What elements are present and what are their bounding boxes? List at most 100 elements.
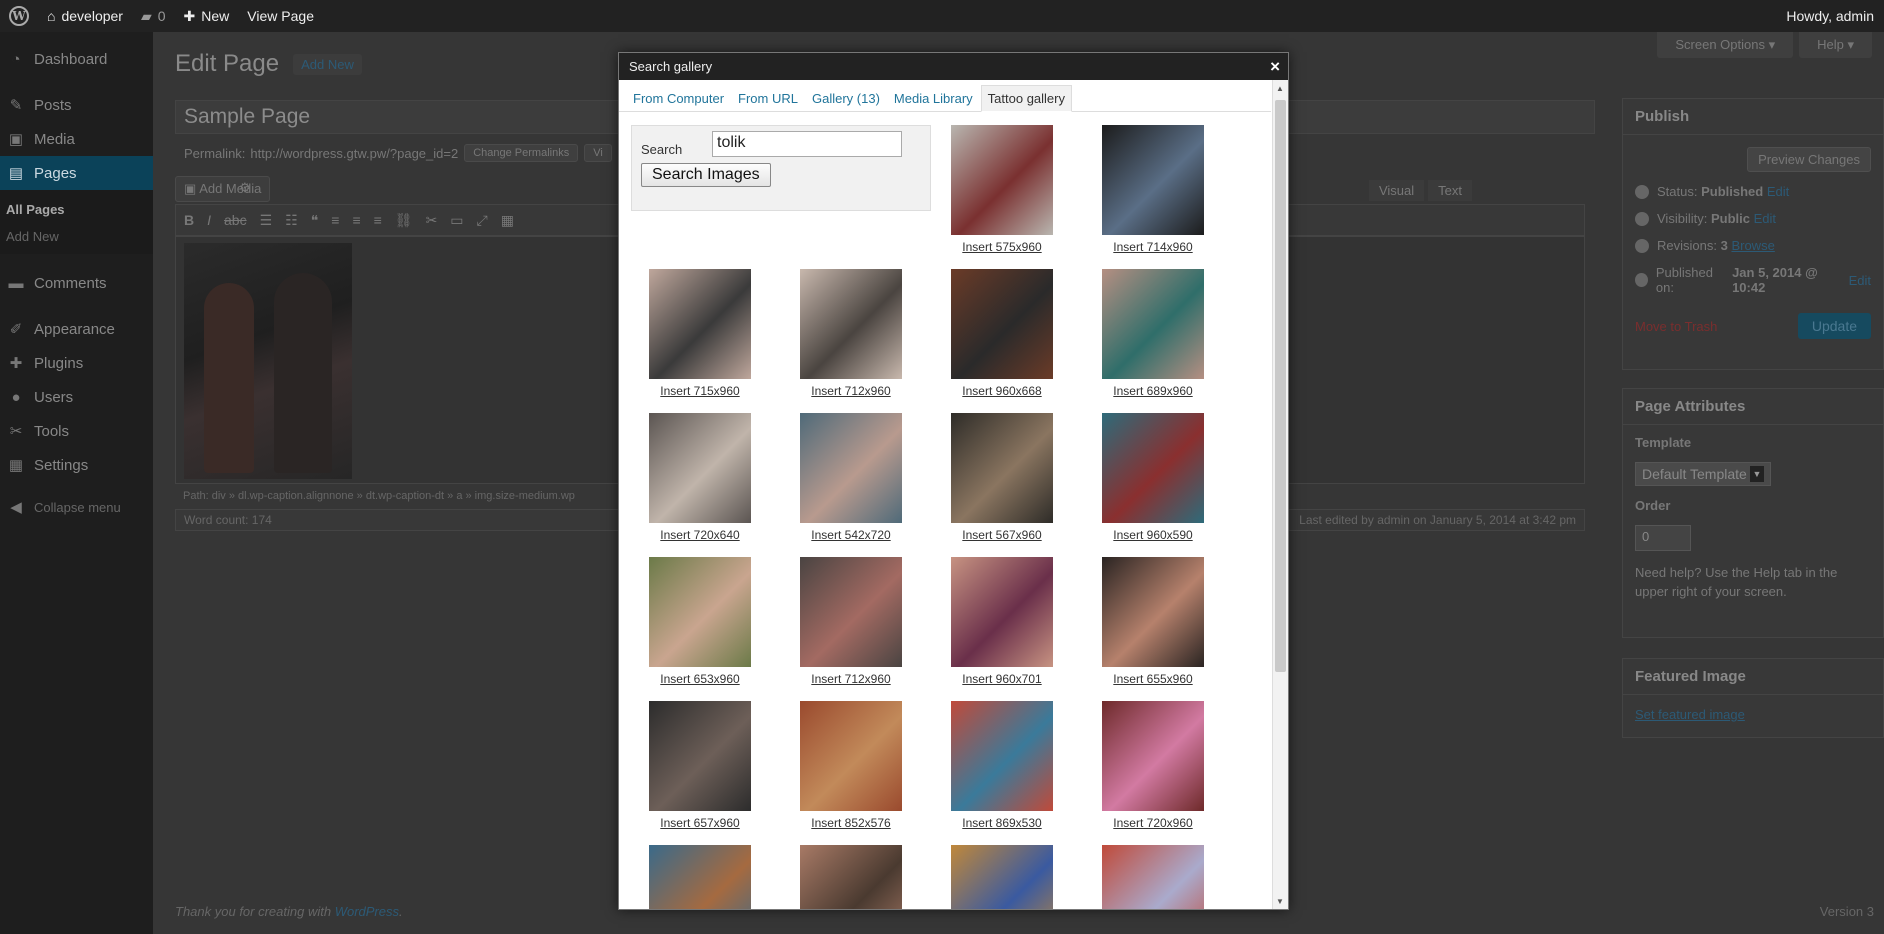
insert-image-link[interactable]: Insert 712x960: [786, 384, 916, 398]
tab-tattoo-gallery[interactable]: Tattoo gallery: [980, 85, 1072, 112]
gallery-thumbnail[interactable]: [1102, 701, 1204, 811]
collapse-menu-button[interactable]: ◀ Collapse menu: [0, 490, 153, 524]
update-button[interactable]: Update: [1797, 313, 1871, 339]
add-new-button[interactable]: Add New: [293, 53, 362, 75]
sidebar-item-posts[interactable]: ✎ Posts: [0, 88, 153, 122]
gallery-thumbnail[interactable]: [800, 269, 902, 379]
gallery-thumbnail[interactable]: [1102, 557, 1204, 667]
numbered-list-icon[interactable]: ☷: [285, 212, 298, 229]
tab-text[interactable]: Text: [1428, 180, 1472, 201]
bullet-list-icon[interactable]: ☰: [260, 212, 273, 229]
gallery-thumbnail[interactable]: [800, 413, 902, 523]
sidebar-item-appearance[interactable]: ✐ Appearance: [0, 312, 153, 346]
fullscreen-icon[interactable]: ⤢: [477, 212, 488, 229]
help-button[interactable]: Help ▾: [1799, 32, 1872, 58]
insert-image-link[interactable]: Insert 575x960: [937, 240, 1067, 254]
view-page-button[interactable]: Vi: [584, 144, 612, 162]
view-page-link[interactable]: View Page: [238, 0, 323, 32]
insert-image-link[interactable]: Insert 689x960: [1088, 384, 1218, 398]
set-featured-image-link[interactable]: Set featured image: [1635, 707, 1745, 722]
add-media-button[interactable]: ▣ Add Media: [175, 176, 271, 202]
gallery-thumbnail[interactable]: [1102, 125, 1204, 235]
sidebar-item-comments[interactable]: ▬ Comments: [0, 266, 153, 300]
tab-media-library[interactable]: Media Library: [888, 86, 979, 111]
gallery-thumbnail[interactable]: [649, 701, 751, 811]
insert-image-link[interactable]: Insert 720x960: [1088, 816, 1218, 830]
gallery-thumbnail[interactable]: [951, 125, 1053, 235]
permalink-url[interactable]: http://wordpress.gtw.pw/?page_id=2: [250, 146, 458, 161]
order-input[interactable]: 0: [1635, 525, 1691, 551]
gallery-thumbnail[interactable]: [1102, 269, 1204, 379]
gallery-thumbnail[interactable]: [1102, 845, 1204, 909]
tab-from-url[interactable]: From URL: [732, 86, 804, 111]
align-center-icon[interactable]: ≡: [352, 212, 360, 228]
sidebar-item-pages[interactable]: ▤ Pages: [0, 156, 153, 190]
align-left-icon[interactable]: ≡: [331, 212, 339, 228]
gallery-thumbnail[interactable]: [800, 701, 902, 811]
sidebar-item-dashboard[interactable]: ◔ Dashboard: [0, 42, 153, 76]
change-permalinks-button[interactable]: Change Permalinks: [464, 144, 579, 162]
insert-image-link[interactable]: Insert 567x960: [937, 528, 1067, 542]
template-select[interactable]: Default Template ▼: [1635, 462, 1771, 486]
sidebar-item-users[interactable]: ● Users: [0, 380, 153, 414]
gallery-thumbnail[interactable]: [951, 845, 1053, 909]
submenu-all-pages[interactable]: All Pages: [0, 196, 153, 223]
comments-link[interactable]: ▰ 0: [132, 0, 175, 32]
edit-status-link[interactable]: Edit: [1767, 184, 1789, 199]
bold-icon[interactable]: B: [184, 212, 194, 228]
sidebar-item-settings[interactable]: ▦ Settings: [0, 448, 153, 482]
tab-gallery-13[interactable]: Gallery (13): [806, 86, 886, 111]
insert-image-link[interactable]: Insert 852x576: [786, 816, 916, 830]
align-right-icon[interactable]: ≡: [374, 212, 382, 228]
screen-options-button[interactable]: Screen Options ▾: [1657, 32, 1794, 58]
insert-image-link[interactable]: Insert 960x590: [1088, 528, 1218, 542]
shortcode-icon[interactable]: ⚙: [239, 180, 251, 196]
insert-image-link[interactable]: Insert 960x668: [937, 384, 1067, 398]
sidebar-item-plugins[interactable]: ✚ Plugins: [0, 346, 153, 380]
tab-from-computer[interactable]: From Computer: [627, 86, 730, 111]
submenu-add-new[interactable]: Add New: [0, 223, 153, 250]
insert-image-link[interactable]: Insert 869x530: [937, 816, 1067, 830]
sidebar-item-media[interactable]: ▣ Media: [0, 122, 153, 156]
modal-scrollbar[interactable]: ▲ ▼: [1272, 80, 1288, 909]
sidebar-item-tools[interactable]: ✂ Tools: [0, 414, 153, 448]
insert-image-link[interactable]: Insert 720x640: [635, 528, 765, 542]
browse-revisions-link[interactable]: Browse: [1731, 238, 1774, 253]
footer-wordpress-link[interactable]: WordPress: [335, 904, 399, 919]
gallery-thumbnail[interactable]: [951, 701, 1053, 811]
scroll-up-icon[interactable]: ▲: [1276, 84, 1284, 93]
insert-image-link[interactable]: Insert 712x960: [786, 672, 916, 686]
new-content-link[interactable]: ✚ New: [175, 0, 239, 32]
link-icon[interactable]: ⛓: [395, 212, 413, 229]
kitchen-sink-icon[interactable]: ▦: [501, 212, 514, 229]
insert-image-link[interactable]: Insert 715x960: [635, 384, 765, 398]
gallery-thumbnail[interactable]: [649, 845, 751, 909]
preview-changes-button[interactable]: Preview Changes: [1747, 147, 1871, 172]
wordpress-logo-icon[interactable]: W: [0, 0, 38, 32]
gallery-thumbnail[interactable]: [649, 557, 751, 667]
gallery-thumbnail[interactable]: [649, 413, 751, 523]
insert-image-link[interactable]: Insert 657x960: [635, 816, 765, 830]
edit-date-link[interactable]: Edit: [1849, 273, 1871, 288]
scrollbar-thumb[interactable]: [1275, 100, 1286, 672]
insert-image-link[interactable]: Insert 542x720: [786, 528, 916, 542]
account-menu[interactable]: Howdy, admin: [1777, 0, 1884, 32]
move-to-trash-link[interactable]: Move to Trash: [1635, 319, 1717, 334]
search-images-button[interactable]: Search Images: [641, 163, 771, 187]
unlink-icon[interactable]: ✂: [426, 212, 438, 229]
site-name-link[interactable]: ⌂ developer: [38, 0, 132, 32]
gallery-thumbnail[interactable]: [800, 845, 902, 909]
more-tag-icon[interactable]: ▭: [450, 212, 463, 229]
insert-image-link[interactable]: Insert 960x701: [937, 672, 1067, 686]
search-input[interactable]: tolik: [712, 131, 902, 157]
scroll-down-icon[interactable]: ▼: [1276, 897, 1284, 906]
insert-image-link[interactable]: Insert 653x960: [635, 672, 765, 686]
gallery-thumbnail[interactable]: [951, 269, 1053, 379]
gallery-thumbnail[interactable]: [951, 557, 1053, 667]
edit-visibility-link[interactable]: Edit: [1754, 211, 1776, 226]
tab-visual[interactable]: Visual: [1368, 180, 1425, 201]
close-icon[interactable]: ×: [1270, 57, 1280, 77]
gallery-thumbnail[interactable]: [1102, 413, 1204, 523]
strikethrough-icon[interactable]: abc: [224, 212, 247, 228]
gallery-thumbnail[interactable]: [800, 557, 902, 667]
